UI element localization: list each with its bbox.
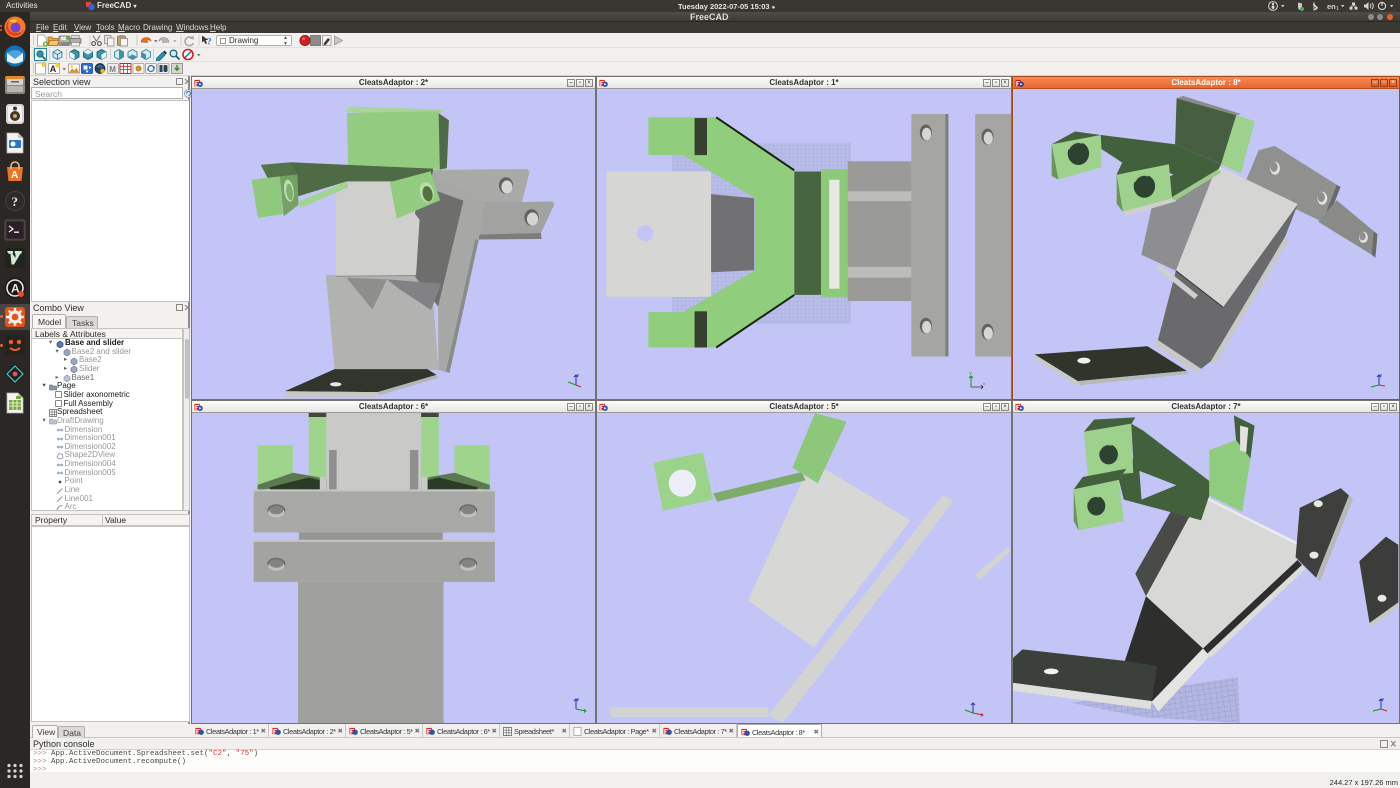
svg-text:?: ?: [12, 194, 19, 209]
svg-text:z: z: [1380, 372, 1382, 377]
svg-text:M: M: [109, 65, 116, 74]
svg-text:1: 1: [1336, 6, 1339, 11]
svg-text:z: z: [577, 372, 579, 377]
svg-text:Y: Y: [969, 371, 972, 376]
svg-text:z: z: [1382, 696, 1384, 701]
svg-text:en: en: [1327, 2, 1336, 11]
svg-text:z: z: [577, 696, 579, 701]
svg-text:?: ?: [207, 37, 212, 47]
svg-text:x: x: [983, 381, 985, 386]
svg-text:A: A: [11, 170, 18, 181]
